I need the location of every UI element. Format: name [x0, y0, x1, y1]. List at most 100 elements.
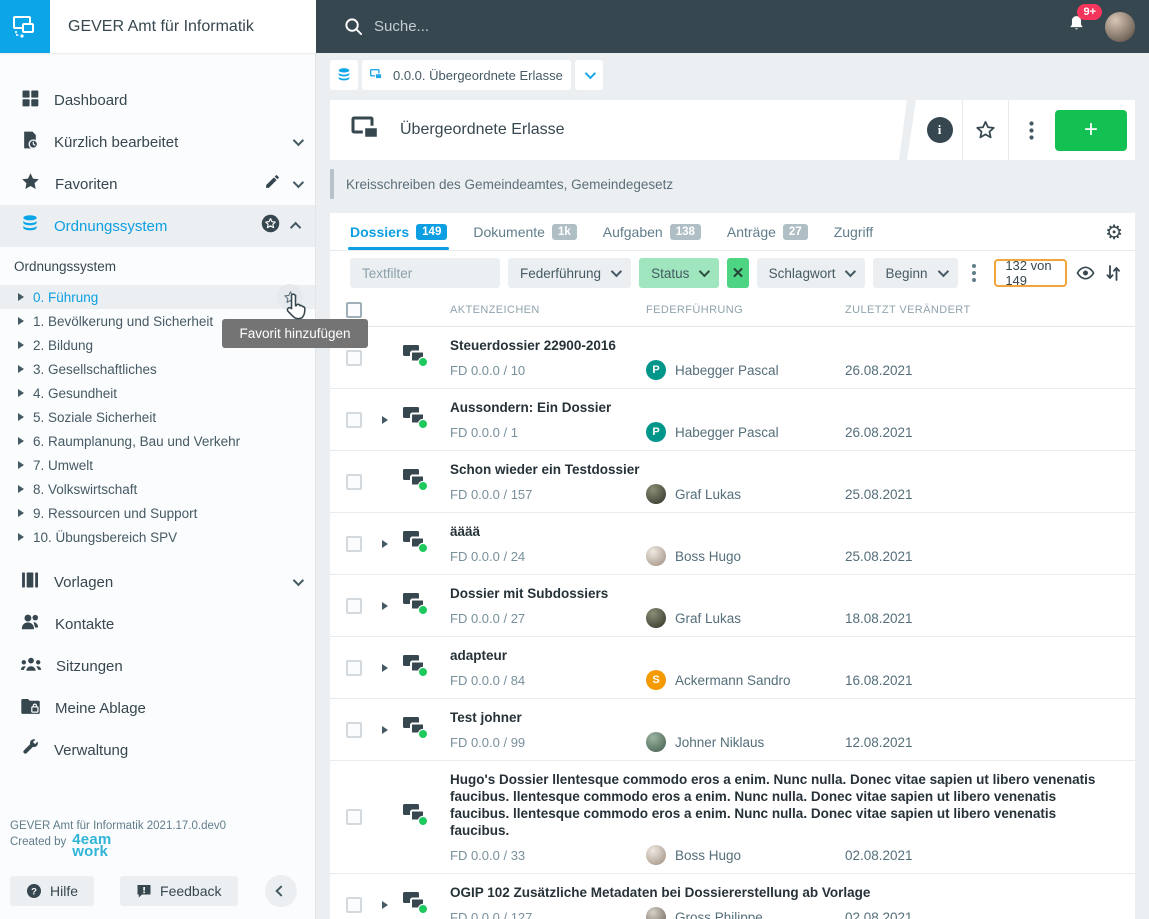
table-row[interactable]: Steuerdossier 22900-2016 FD 0.0.0 / 10 P…: [330, 327, 1135, 389]
search-input[interactable]: [374, 18, 774, 35]
table-row[interactable]: Dossier mit Subdossiers FD 0.0.0 / 27 Gr…: [330, 575, 1135, 637]
favorite-button[interactable]: [963, 100, 1008, 160]
sidebar-item-sitzungen[interactable]: Sitzungen: [0, 645, 315, 687]
responsible-person[interactable]: Gross Philippe: [646, 907, 845, 919]
row-checkbox[interactable]: [346, 722, 362, 738]
dossier-title[interactable]: Schon wieder ein Testdossier: [450, 461, 1111, 478]
app-logo[interactable]: [0, 0, 50, 53]
tree-node[interactable]: 0. Führung: [0, 285, 315, 309]
expand-triangle-icon[interactable]: [18, 533, 24, 541]
tab-dossiers[interactable]: Dossiers149: [350, 213, 447, 250]
tree-node[interactable]: 5. Soziale Sicherheit: [0, 405, 315, 429]
sidebar-item-vorlagen[interactable]: Vorlagen: [0, 561, 315, 603]
expand-triangle-icon[interactable]: [18, 341, 24, 349]
tab-dokumente[interactable]: Dokumente1k: [473, 213, 576, 250]
listing-settings-gear-icon[interactable]: ⚙: [1105, 220, 1123, 245]
sidebar-item-dashboard[interactable]: Dashboard: [0, 79, 315, 121]
table-row[interactable]: adapteur FD 0.0.0 / 84 SAckermann Sandro…: [330, 637, 1135, 699]
filter-federfuehrung[interactable]: Federführung: [508, 258, 631, 288]
text-filter-input[interactable]: [350, 258, 500, 288]
sort-button[interactable]: [1103, 259, 1123, 287]
select-all-checkbox[interactable]: [346, 302, 362, 318]
tree-node[interactable]: 7. Umwelt: [0, 453, 315, 477]
column-header[interactable]: AKTENZEICHEN: [450, 304, 540, 316]
dossier-title[interactable]: Dossier mit Subdossiers: [450, 585, 1111, 602]
tab-aufgaben[interactable]: Aufgaben138: [603, 213, 701, 250]
table-row[interactable]: Hugo's Dossier llentesque commodo eros a…: [330, 761, 1135, 874]
filter-status[interactable]: Status: [639, 258, 719, 288]
add-button[interactable]: +: [1055, 110, 1127, 151]
row-checkbox[interactable]: [346, 412, 362, 428]
expand-triangle-icon[interactable]: [18, 389, 24, 397]
table-row[interactable]: OGIP 102 Zusätzliche Metadaten bei Dossi…: [330, 874, 1135, 919]
tree-node[interactable]: 8. Volkswirtschaft: [0, 477, 315, 501]
filter-beginn[interactable]: Beginn: [873, 258, 957, 288]
tree-node[interactable]: 6. Raumplanung, Bau und Verkehr: [0, 429, 315, 453]
table-row[interactable]: Schon wieder ein Testdossier FD 0.0.0 / …: [330, 451, 1135, 513]
expand-arrow-icon[interactable]: [382, 602, 388, 610]
filter-schlagwort[interactable]: Schlagwort: [757, 258, 866, 288]
more-filters-button[interactable]: [968, 264, 981, 282]
user-avatar[interactable]: [1105, 12, 1135, 42]
global-search[interactable]: [344, 17, 1066, 36]
expand-triangle-icon[interactable]: [18, 293, 24, 301]
responsible-person[interactable]: Boss Hugo: [646, 845, 845, 865]
row-checkbox[interactable]: [346, 474, 362, 490]
responsible-person[interactable]: Graf Lukas: [646, 608, 845, 628]
sidebar-item-kontakte[interactable]: Kontakte: [0, 603, 315, 645]
row-checkbox[interactable]: [346, 897, 362, 913]
breadcrumb-dropdown-button[interactable]: [575, 60, 603, 90]
sidebar-item-meine-ablage[interactable]: Meine Ablage: [0, 687, 315, 729]
responsible-person[interactable]: PHabegger Pascal: [646, 422, 845, 442]
clear-filter-button[interactable]: ✕: [727, 258, 748, 288]
responsible-person[interactable]: Boss Hugo: [646, 546, 845, 566]
sidebar-item-recent[interactable]: Kürzlich bearbeitet: [0, 121, 315, 163]
notifications-button[interactable]: 9+: [1066, 13, 1087, 40]
collapse-sidebar-button[interactable]: [265, 875, 297, 907]
expand-triangle-icon[interactable]: [18, 413, 24, 421]
expand-arrow-icon[interactable]: [382, 664, 388, 672]
tree-node[interactable]: 4. Gesundheit: [0, 381, 315, 405]
table-row[interactable]: Test johner FD 0.0.0 / 99 Johner Niklaus…: [330, 699, 1135, 761]
dossier-title[interactable]: Steuerdossier 22900-2016: [450, 337, 1111, 354]
tree-node[interactable]: 3. Gesellschaftliches: [0, 357, 315, 381]
sidebar-item-ordnungssystem[interactable]: Ordnungssystem: [0, 205, 315, 247]
expand-triangle-icon[interactable]: [18, 461, 24, 469]
expand-triangle-icon[interactable]: [18, 317, 24, 325]
dossier-title[interactable]: adapteur: [450, 647, 1111, 664]
tree-node[interactable]: 10. Übungsbereich SPV: [0, 525, 315, 549]
pencil-icon[interactable]: [264, 173, 281, 195]
row-checkbox[interactable]: [346, 536, 362, 552]
dossier-title[interactable]: Test johner: [450, 709, 1111, 726]
tab-zugriff[interactable]: Zugriff: [834, 213, 873, 250]
more-actions-button[interactable]: [1009, 100, 1054, 160]
row-checkbox[interactable]: [346, 350, 362, 366]
table-row[interactable]: ääää FD 0.0.0 / 24 Boss Hugo 25.08.2021: [330, 513, 1135, 575]
tree-node[interactable]: 9. Ressourcen und Support: [0, 501, 315, 525]
responsible-person[interactable]: Johner Niklaus: [646, 732, 845, 752]
dossier-title[interactable]: OGIP 102 Zusätzliche Metadaten bei Dossi…: [450, 884, 1111, 901]
expand-triangle-icon[interactable]: [18, 485, 24, 493]
responsible-person[interactable]: Graf Lukas: [646, 484, 845, 504]
favorited-star-circle-icon[interactable]: [260, 213, 281, 239]
tab-anträge[interactable]: Anträge27: [727, 213, 808, 250]
toggle-visibility-button[interactable]: [1075, 259, 1095, 287]
expand-arrow-icon[interactable]: [382, 901, 388, 909]
breadcrumb-item[interactable]: 0.0.0. Übergeordnete Erlasse: [362, 60, 571, 90]
help-button[interactable]: ? Hilfe: [10, 876, 94, 906]
responsible-person[interactable]: SAckermann Sandro: [646, 670, 845, 690]
column-header[interactable]: ZULETZT VERÄNDERT: [845, 304, 971, 316]
column-header[interactable]: FEDERFÜHRUNG: [646, 304, 743, 316]
table-row[interactable]: Aussondern: Ein Dossier FD 0.0.0 / 1 PHa…: [330, 389, 1135, 451]
row-checkbox[interactable]: [346, 660, 362, 676]
breadcrumb-root[interactable]: [330, 60, 358, 90]
dossier-title[interactable]: Aussondern: Ein Dossier: [450, 399, 1111, 416]
expand-triangle-icon[interactable]: [18, 365, 24, 373]
feedback-button[interactable]: Feedback: [120, 876, 237, 906]
sidebar-item-verwaltung[interactable]: Verwaltung: [0, 729, 315, 771]
expand-arrow-icon[interactable]: [382, 416, 388, 424]
sidebar-item-favorites[interactable]: Favoriten: [0, 163, 315, 205]
info-button[interactable]: i: [917, 100, 962, 160]
row-checkbox[interactable]: [346, 809, 362, 825]
responsible-person[interactable]: PHabegger Pascal: [646, 360, 845, 380]
